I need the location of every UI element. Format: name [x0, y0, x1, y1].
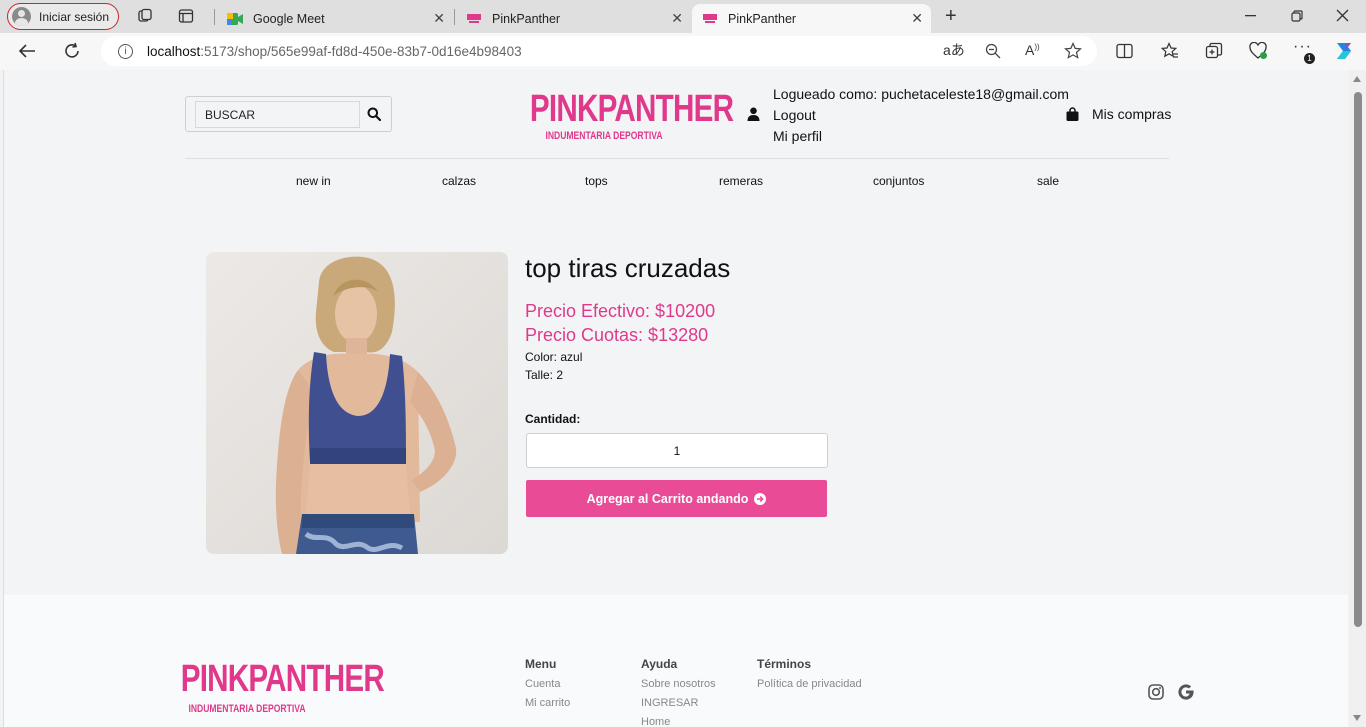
user-menu: Logueado como: puchetaceleste18@gmail.co…	[773, 84, 1069, 147]
product-image	[206, 252, 508, 554]
my-purchases-label: Mis compras	[1092, 106, 1172, 122]
tab-title: PinkPanther	[492, 11, 561, 26]
tab-actions-icon[interactable]	[178, 8, 194, 24]
footer-logo[interactable]: PINKPANTHER INDUMENTARIA DEPORTIVA	[162, 658, 385, 715]
browser-tab-bar: Iniciar sesión Google Meet ✕ PinkPanther…	[0, 0, 1366, 33]
tab-pinkpanther-active[interactable]: PinkPanther ✕	[692, 4, 931, 33]
back-icon[interactable]	[18, 43, 36, 59]
profile-label: Iniciar sesión	[39, 9, 110, 24]
browser-essentials-icon[interactable]	[1249, 42, 1268, 60]
header-divider	[185, 158, 1169, 159]
page-scrollbar[interactable]	[1349, 70, 1366, 727]
product-title: top tiras cruzadas	[525, 253, 731, 283]
footer-help-title: Ayuda	[641, 657, 678, 671]
copilot-icon[interactable]	[1332, 39, 1356, 63]
refresh-icon[interactable]	[63, 42, 81, 60]
page-viewport: PINKPANTHER INDUMENTARIA DEPORTIVA Logue…	[3, 70, 1348, 727]
tab-separator	[214, 9, 215, 25]
add-to-cart-label: Agregar al Carrito andando	[586, 491, 749, 506]
logout-link[interactable]: Logout	[773, 105, 1069, 126]
scroll-up-icon[interactable]	[1353, 76, 1361, 82]
read-aloud-icon[interactable]: A))	[1025, 43, 1040, 57]
avatar-icon	[12, 7, 31, 26]
search-icon	[367, 107, 382, 121]
tab-title: Google Meet	[253, 11, 325, 26]
close-tab-icon[interactable]: ✕	[433, 10, 445, 27]
tab-google-meet[interactable]: Google Meet ✕	[217, 4, 453, 33]
nav-remeras[interactable]: remeras	[719, 174, 763, 188]
scroll-down-icon[interactable]	[1353, 715, 1361, 721]
footer-menu-title: Menu	[525, 657, 557, 671]
product-color: Color: azul	[525, 350, 583, 364]
product-photo	[206, 252, 508, 554]
nav-new-in[interactable]: new in	[296, 174, 331, 188]
quantity-input[interactable]	[526, 433, 828, 468]
footer-terms-title: Términos	[757, 657, 812, 671]
close-window-icon[interactable]	[1336, 9, 1349, 22]
tab-title: PinkPanther	[728, 11, 797, 26]
nav-conjuntos[interactable]: conjuntos	[873, 174, 924, 188]
arrow-circle-right-icon	[754, 492, 767, 505]
footer-link-login[interactable]: INGRESAR	[641, 697, 698, 709]
user-icon	[747, 107, 760, 121]
site-info-icon[interactable]: i	[118, 43, 133, 59]
browser-toolbar: i localhost:5173/shop/565e99af-fd8d-450e…	[0, 33, 1366, 70]
nav-sale[interactable]: sale	[1037, 174, 1059, 188]
minimize-icon[interactable]	[1245, 15, 1257, 17]
google-icon[interactable]	[1177, 683, 1195, 701]
favorites-icon[interactable]	[1161, 42, 1179, 60]
instagram-icon[interactable]	[1148, 684, 1164, 700]
scrollbar-thumb[interactable]	[1354, 92, 1362, 627]
logged-in-as-label: Logueado como: puchetaceleste18@gmail.co…	[773, 86, 1069, 102]
url-host: localhost	[147, 43, 201, 59]
split-screen-icon[interactable]	[1116, 43, 1133, 59]
site-footer: PINKPANTHER INDUMENTARIA DEPORTIVA Menu …	[4, 595, 1348, 727]
brand-logo[interactable]: PINKPANTHER INDUMENTARIA DEPORTIVA	[509, 88, 734, 142]
footer-link-cart[interactable]: Mi carrito	[525, 697, 570, 709]
restore-icon[interactable]	[1291, 10, 1303, 22]
logo-name: PINKPANTHER	[529, 88, 734, 130]
footer-logo-tagline: INDUMENTARIA DEPORTIVA	[188, 703, 306, 715]
profile-button[interactable]: Iniciar sesión	[7, 3, 119, 30]
add-to-cart-button[interactable]: Agregar al Carrito andando	[526, 480, 827, 517]
search-input[interactable]	[195, 101, 360, 128]
price-installments: Precio Cuotas: $13280	[525, 325, 709, 345]
tab-separator	[454, 9, 455, 25]
collections-icon[interactable]	[1205, 42, 1223, 60]
workspaces-icon[interactable]	[137, 8, 153, 24]
close-tab-icon[interactable]: ✕	[911, 10, 923, 27]
translate-icon[interactable]: aあ	[943, 43, 965, 57]
product-size: Talle: 2	[525, 368, 564, 382]
nav-calzas[interactable]: calzas	[442, 174, 476, 188]
tab-pinkpanther[interactable]: PinkPanther ✕	[456, 4, 691, 33]
google-meet-favicon-icon	[227, 12, 243, 25]
footer-logo-name: PINKPANTHER	[180, 658, 385, 700]
footer-link-home[interactable]: Home	[641, 716, 670, 727]
close-tab-icon[interactable]: ✕	[671, 10, 683, 27]
footer-link-account[interactable]: Cuenta	[525, 678, 560, 690]
favorite-star-icon[interactable]	[1064, 42, 1082, 60]
pinkpanther-favicon-icon	[703, 13, 717, 23]
shopping-bag-icon	[1066, 107, 1079, 121]
zoom-out-icon[interactable]	[985, 43, 1001, 59]
extensions-badge: 1	[1304, 53, 1315, 64]
footer-link-about[interactable]: Sobre nosotros	[641, 678, 716, 690]
logo-tagline: INDUMENTARIA DEPORTIVA	[545, 130, 663, 142]
quantity-label: Cantidad:	[525, 412, 581, 426]
my-purchases-link[interactable]: Mis compras	[1066, 106, 1171, 122]
url-path: :5173/shop/565e99af-fd8d-450e-83b7-0d16e…	[200, 43, 522, 59]
new-tab-button[interactable]: +	[945, 6, 957, 26]
footer-link-privacy[interactable]: Política de privacidad	[757, 678, 862, 690]
profile-link[interactable]: Mi perfil	[773, 126, 1069, 147]
nav-tops[interactable]: tops	[585, 174, 608, 188]
price-cash: Precio Efectivo: $10200	[525, 301, 716, 321]
pinkpanther-favicon-icon	[467, 13, 481, 23]
search-form	[185, 96, 392, 132]
search-button[interactable]	[365, 106, 383, 124]
